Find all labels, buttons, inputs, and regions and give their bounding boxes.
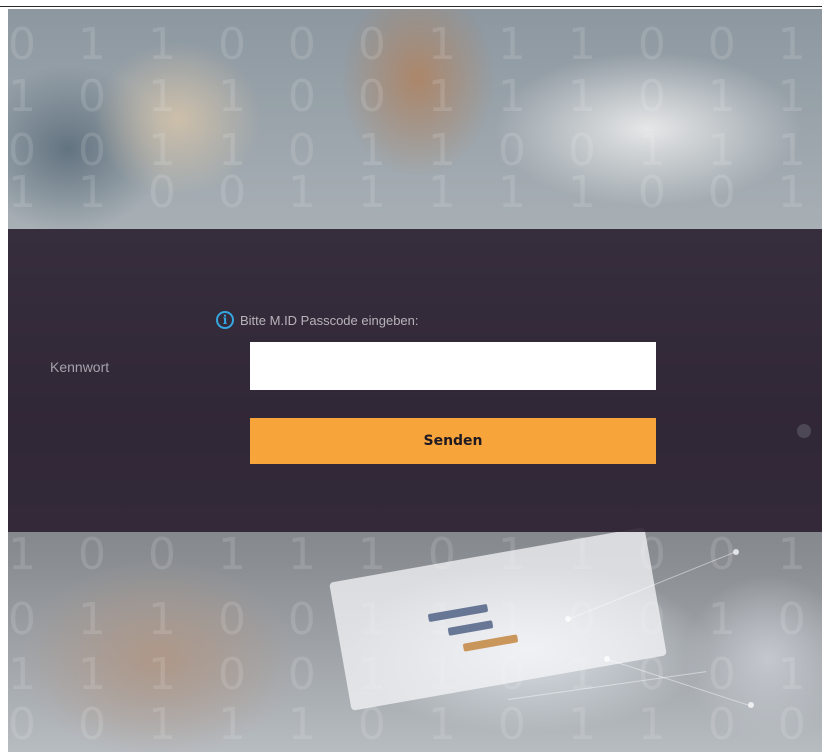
network-node <box>748 702 754 708</box>
side-indicator-dot <box>797 424 811 438</box>
send-button[interactable]: Senden <box>250 418 656 464</box>
network-node <box>733 549 739 555</box>
notice-text: Bitte M.ID Passcode eingeben: <box>240 312 419 328</box>
binary-pattern: 0 1 1 0 0 0 1 1 1 0 0 1 1 0 1 0 1 1 <box>8 19 822 70</box>
network-node <box>565 616 571 622</box>
info-icon: i <box>216 311 234 329</box>
binary-pattern: 0 0 1 1 0 1 1 0 0 1 1 1 0 1 0 1 <box>8 125 822 176</box>
top-border <box>0 6 822 7</box>
password-label: Kennwort <box>50 359 110 375</box>
network-node <box>604 656 610 662</box>
binary-pattern: 1 1 0 0 1 1 1 1 1 0 0 1 1 0 1 1 <box>8 167 822 218</box>
binary-pattern: 0 0 1 1 1 0 1 0 1 1 0 0 1 1 0 <box>8 699 822 750</box>
login-page: 0 1 1 0 0 0 1 1 1 0 0 1 1 0 1 0 1 1 1 0 … <box>0 0 822 752</box>
password-input[interactable] <box>250 342 656 390</box>
passcode-notice: i Bitte M.ID Passcode eingeben: <box>216 308 419 332</box>
binary-pattern: 1 0 1 1 0 0 1 1 1 0 1 1 1 0 1 1 <box>8 71 822 122</box>
